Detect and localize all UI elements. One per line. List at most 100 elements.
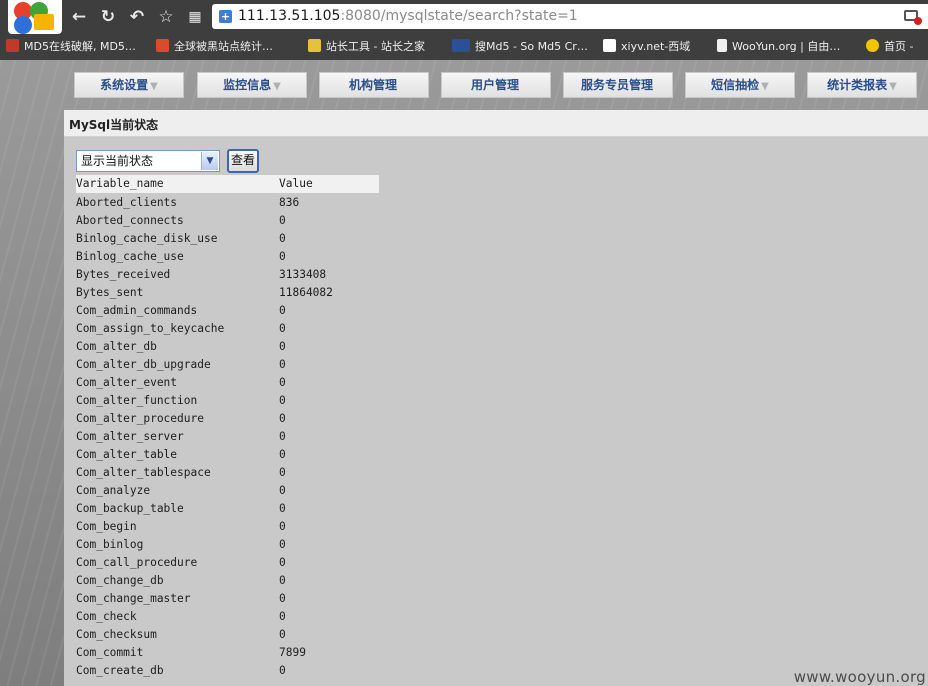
variable-name-cell: Com_checksum	[76, 628, 157, 641]
table-row: Com_change_db 0	[76, 571, 379, 589]
favorite-star-icon[interactable]: ☆	[155, 6, 177, 28]
variable-name-cell: Com_commit	[76, 646, 144, 659]
value-cell: 0	[279, 574, 286, 587]
back-arrow-icon[interactable]: ←	[68, 6, 90, 28]
mysql-status-panel: MySql当前状态 显示当前状态 ▼ 查看 Variable_name Valu…	[64, 110, 928, 686]
value-cell: 0	[279, 484, 286, 497]
plus-circle-icon	[866, 39, 879, 52]
table-row: Com_commit 7899	[76, 643, 379, 661]
value-cell: 0	[279, 664, 286, 677]
value-cell: 0	[279, 232, 286, 245]
page-content: 系统设置 ▼ 监控信息 ▼ 机构管理 用户管理 服务专员管理 短信抽检 ▼ 统计类报表…	[0, 60, 928, 686]
menu-item-label: 统计类报表	[827, 78, 888, 92]
site-info-icon[interactable]: +	[219, 10, 232, 23]
table-row: Com_checksum 0	[76, 625, 379, 643]
bookmark-hacked-stats[interactable]: 全球被黑站点统计…	[156, 39, 273, 55]
chevron-down-icon: ▼	[273, 81, 281, 92]
tab-close-icon[interactable]	[904, 10, 922, 25]
table-row: Binlog_cache_disk_use 0	[76, 229, 379, 247]
variable-name-cell: Aborted_clients	[76, 196, 178, 209]
variable-name-cell: Com_begin	[76, 520, 137, 533]
bookmark-somd5[interactable]: 搜Md5 - So Md5 Cr…	[452, 39, 588, 55]
bookmark-md5[interactable]: MD5在线破解, MD5…	[6, 39, 136, 55]
menu-item-system-settings[interactable]: 系统设置 ▼	[74, 72, 184, 98]
table-row: Bytes_sent 11864082	[76, 283, 379, 301]
variable-name-cell: Com_create_db	[76, 664, 164, 677]
reload-icon[interactable]: ↻	[97, 6, 119, 28]
view-button[interactable]: 查看	[227, 149, 259, 173]
variable-name-cell: Com_backup_table	[76, 502, 184, 515]
table-body: Aborted_clients 836 Aborted_connects 0 Binlo…	[76, 193, 379, 679]
column-header-value: Value	[279, 177, 313, 190]
column-header-variable-name: Variable_name	[76, 177, 164, 190]
value-cell: 0	[279, 214, 286, 227]
bookmark-label: MD5在线破解, MD5…	[24, 40, 136, 53]
table-row: Com_assign_to_keycache 0	[76, 319, 379, 337]
variable-name-cell: Com_call_procedure	[76, 556, 198, 569]
variable-name-cell: Com_alter_event	[76, 376, 178, 389]
table-row: Com_alter_server 0	[76, 427, 379, 445]
value-cell: 0	[279, 322, 286, 335]
value-cell: 0	[279, 502, 286, 515]
value-cell: 7899	[279, 646, 306, 659]
bookmark-home[interactable]: 首页 -	[866, 39, 913, 55]
table-row: Aborted_clients 836	[76, 193, 379, 211]
menu-item-label: 系统设置	[100, 78, 149, 92]
table-row: Com_change_master 0	[76, 589, 379, 607]
variable-name-cell: Aborted_connects	[76, 214, 184, 227]
page-icon	[717, 39, 727, 52]
table-row: Aborted_connects 0	[76, 211, 379, 229]
undo-icon[interactable]: ↶	[126, 6, 148, 28]
value-cell: 0	[279, 592, 286, 605]
value-cell: 0	[279, 430, 286, 443]
value-cell: 0	[279, 610, 286, 623]
table-row: Com_alter_tablespace 0	[76, 463, 379, 481]
value-cell: 836	[279, 196, 300, 209]
value-cell: 0	[279, 394, 286, 407]
table-row: Com_check 0	[76, 607, 379, 625]
variable-name-cell: Com_alter_db	[76, 340, 157, 353]
bookmark-label: WooYun.org | 自由…	[732, 40, 841, 53]
main-menu: 系统设置 ▼ 监控信息 ▼ 机构管理 用户管理 服务专员管理 短信抽检 ▼ 统计类报表…	[64, 68, 928, 104]
md5-site-icon	[6, 39, 19, 52]
value-cell: 0	[279, 250, 286, 263]
status-type-select[interactable]: 显示当前状态 ▼	[76, 150, 220, 172]
select-value: 显示当前状态	[81, 154, 154, 168]
apps-grid-icon[interactable]: ▦	[184, 6, 206, 28]
xiyv-icon	[603, 39, 616, 52]
address-path: :8080/mysqlstate/search?state=1	[340, 8, 578, 24]
menu-item-service-staff[interactable]: 服务专员管理	[563, 72, 673, 98]
variable-name-cell: Com_admin_commands	[76, 304, 198, 317]
table-row: Bytes_received 3133408	[76, 265, 379, 283]
table-row: Com_binlog 0	[76, 535, 379, 553]
menu-item-sms-check[interactable]: 短信抽检 ▼	[685, 72, 795, 98]
variable-name-cell: Com_alter_procedure	[76, 412, 204, 425]
variable-name-cell: Bytes_received	[76, 268, 171, 281]
value-cell: 0	[279, 538, 286, 551]
bookmark-xiyv[interactable]: xiyv.net-西域	[603, 39, 690, 55]
value-cell: 0	[279, 466, 286, 479]
menu-item-label: 服务专员管理	[580, 78, 653, 92]
variable-name-cell: Binlog_cache_disk_use	[76, 232, 218, 245]
menu-item-label: 用户管理	[470, 78, 519, 92]
menu-item-monitoring[interactable]: 监控信息 ▼	[197, 72, 307, 98]
chevron-down-icon[interactable]: ▼	[201, 152, 218, 170]
bookmark-wooyun[interactable]: WooYun.org | 自由…	[717, 39, 840, 55]
bookmark-chinaz[interactable]: 站长工具 - 站长之家	[308, 39, 425, 55]
menu-item-label: 短信抽检	[711, 78, 760, 92]
address-host: 111.13.51.105	[238, 8, 341, 24]
bookmark-label: 站长工具 - 站长之家	[326, 40, 425, 53]
address-bar[interactable]: + 111.13.51.105:8080/mysqlstate/search?s…	[212, 4, 928, 29]
variable-name-cell: Com_alter_table	[76, 448, 178, 461]
table-header: Variable_name Value	[76, 175, 379, 193]
panel-title: MySql当前状态	[64, 110, 928, 137]
table-row: Com_create_db 0	[76, 661, 379, 679]
value-cell: 0	[279, 340, 286, 353]
menu-item-statistics-reports[interactable]: 统计类报表 ▼	[807, 72, 917, 98]
menu-item-user-management[interactable]: 用户管理	[441, 72, 551, 98]
table-row: Com_alter_procedure 0	[76, 409, 379, 427]
menu-item-org-management[interactable]: 机构管理	[319, 72, 429, 98]
variable-name-cell: Com_assign_to_keycache	[76, 322, 225, 335]
variable-name-cell: Binlog_cache_use	[76, 250, 184, 263]
value-cell: 0	[279, 628, 286, 641]
